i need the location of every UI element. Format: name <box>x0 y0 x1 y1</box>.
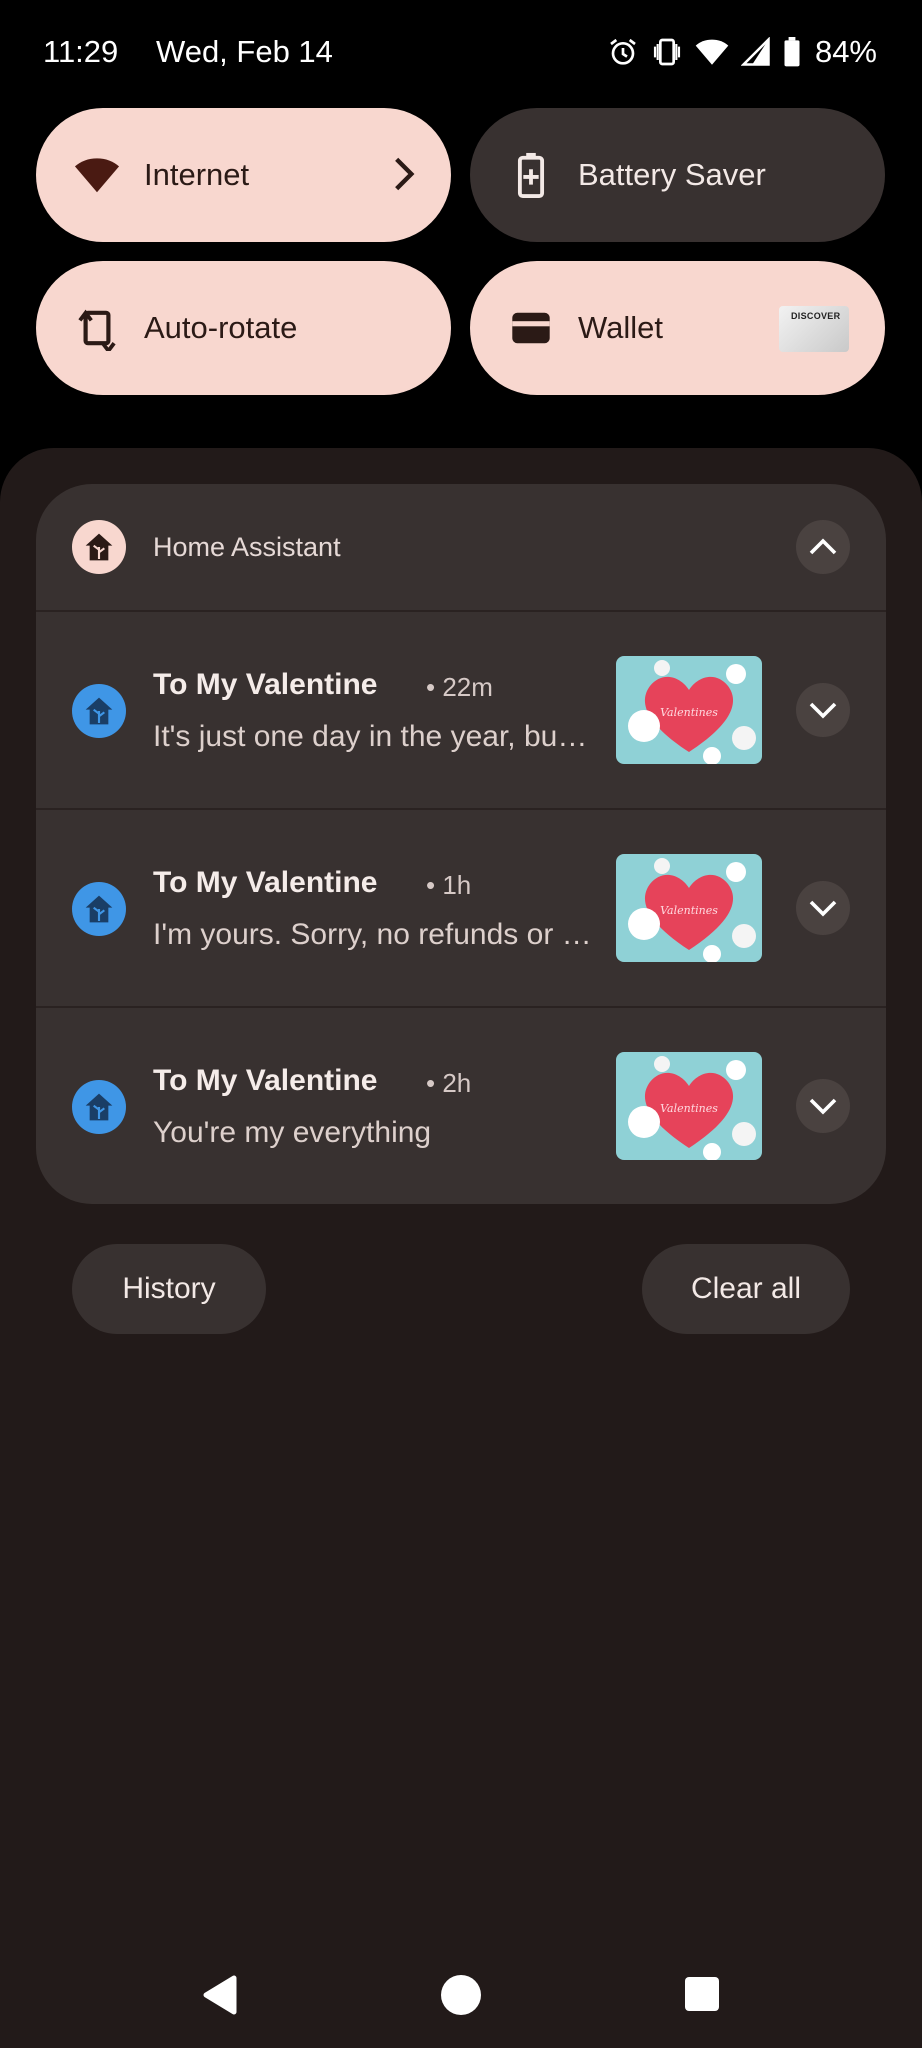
notification-text: You're my everything <box>153 1116 432 1149</box>
valentines-card-image: Valentines <box>616 854 762 962</box>
cell-signal-icon <box>740 37 771 67</box>
back-icon <box>203 1975 237 2015</box>
wifi-icon <box>72 150 122 200</box>
home-assistant-icon <box>72 1080 126 1134</box>
history-button[interactable]: History <box>72 1244 266 1334</box>
home-icon <box>441 1975 481 2015</box>
expand-button[interactable] <box>796 683 850 737</box>
status-bar: 11:29 Wed, Feb 14 84% <box>0 0 922 108</box>
battery-icon <box>783 37 801 67</box>
notification-text: I'm yours. Sorry, no refunds or exchange… <box>153 918 593 951</box>
chevron-down-icon <box>809 1098 837 1115</box>
group-header[interactable]: Home Assistant <box>36 484 886 610</box>
notification-time: • 2h <box>426 1068 472 1098</box>
notification-item[interactable]: To My Valentine • 1h I'm yours. Sorry, n… <box>36 810 886 1006</box>
home-assistant-icon <box>72 520 126 574</box>
chevron-down-icon <box>809 900 837 917</box>
wallet-icon <box>506 303 556 353</box>
notification-item[interactable]: To My Valentine • 2h You're my everythin… <box>36 1008 886 1204</box>
clear-all-button[interactable]: Clear all <box>642 1244 850 1334</box>
chevron-down-icon <box>809 702 837 719</box>
tile-label: Internet <box>144 157 250 192</box>
notification-group[interactable]: Home Assistant To My Valentine • 22m It'… <box>36 484 886 1204</box>
tile-label: Auto-rotate <box>144 310 298 345</box>
battery-percent: 84% <box>814 34 877 69</box>
tile-auto-rotate[interactable]: Auto-rotate <box>36 261 451 395</box>
status-icons: 84% <box>607 34 877 70</box>
svg-text:Valentines: Valentines <box>660 904 718 917</box>
notification-title: To My Valentine <box>153 668 378 701</box>
home-assistant-icon <box>72 684 126 738</box>
battery-saver-icon <box>506 150 556 200</box>
app-name: Home Assistant <box>153 532 341 562</box>
recents-icon <box>685 1977 719 2011</box>
notification-title: To My Valentine <box>153 1064 378 1097</box>
vibrate-icon <box>651 36 683 68</box>
back-button[interactable] <box>200 1974 238 2021</box>
svg-text:Valentines: Valentines <box>660 1102 718 1115</box>
chevron-right-icon <box>393 155 415 198</box>
clock: 11:29 <box>43 34 119 69</box>
tile-wallet[interactable]: Wallet DISCOVER <box>470 261 885 395</box>
notification-time: • 1h <box>426 870 472 900</box>
wifi-icon <box>695 37 729 67</box>
rotate-icon <box>72 303 122 353</box>
home-button[interactable] <box>440 1974 482 2021</box>
navigation-bar <box>0 1944 922 2048</box>
date: Wed, Feb 14 <box>156 34 333 69</box>
notification-text: It's just one day in the year, but every… <box>153 720 593 753</box>
valentines-card-image: Valentines <box>616 1052 762 1160</box>
collapse-button[interactable] <box>796 520 850 574</box>
notification-item[interactable]: To My Valentine • 22m It's just one day … <box>36 612 886 808</box>
chevron-up-icon <box>809 538 837 555</box>
svg-text:Valentines: Valentines <box>660 706 718 719</box>
expand-button[interactable] <box>796 881 850 935</box>
card-brand: DISCOVER <box>791 311 841 321</box>
tile-battery-saver[interactable]: Battery Saver <box>470 108 885 242</box>
tile-label: Wallet <box>578 310 663 345</box>
alarm-icon <box>607 36 639 68</box>
notification-title: To My Valentine <box>153 866 378 899</box>
notification-time: • 22m <box>426 672 493 702</box>
home-assistant-icon <box>72 882 126 936</box>
payment-card: DISCOVER <box>779 306 849 352</box>
tile-label: Battery Saver <box>578 157 766 192</box>
expand-button[interactable] <box>796 1079 850 1133</box>
valentines-card-image: Valentines <box>616 656 762 764</box>
recents-button[interactable] <box>684 1976 720 2017</box>
tile-internet[interactable]: Internet <box>36 108 451 242</box>
